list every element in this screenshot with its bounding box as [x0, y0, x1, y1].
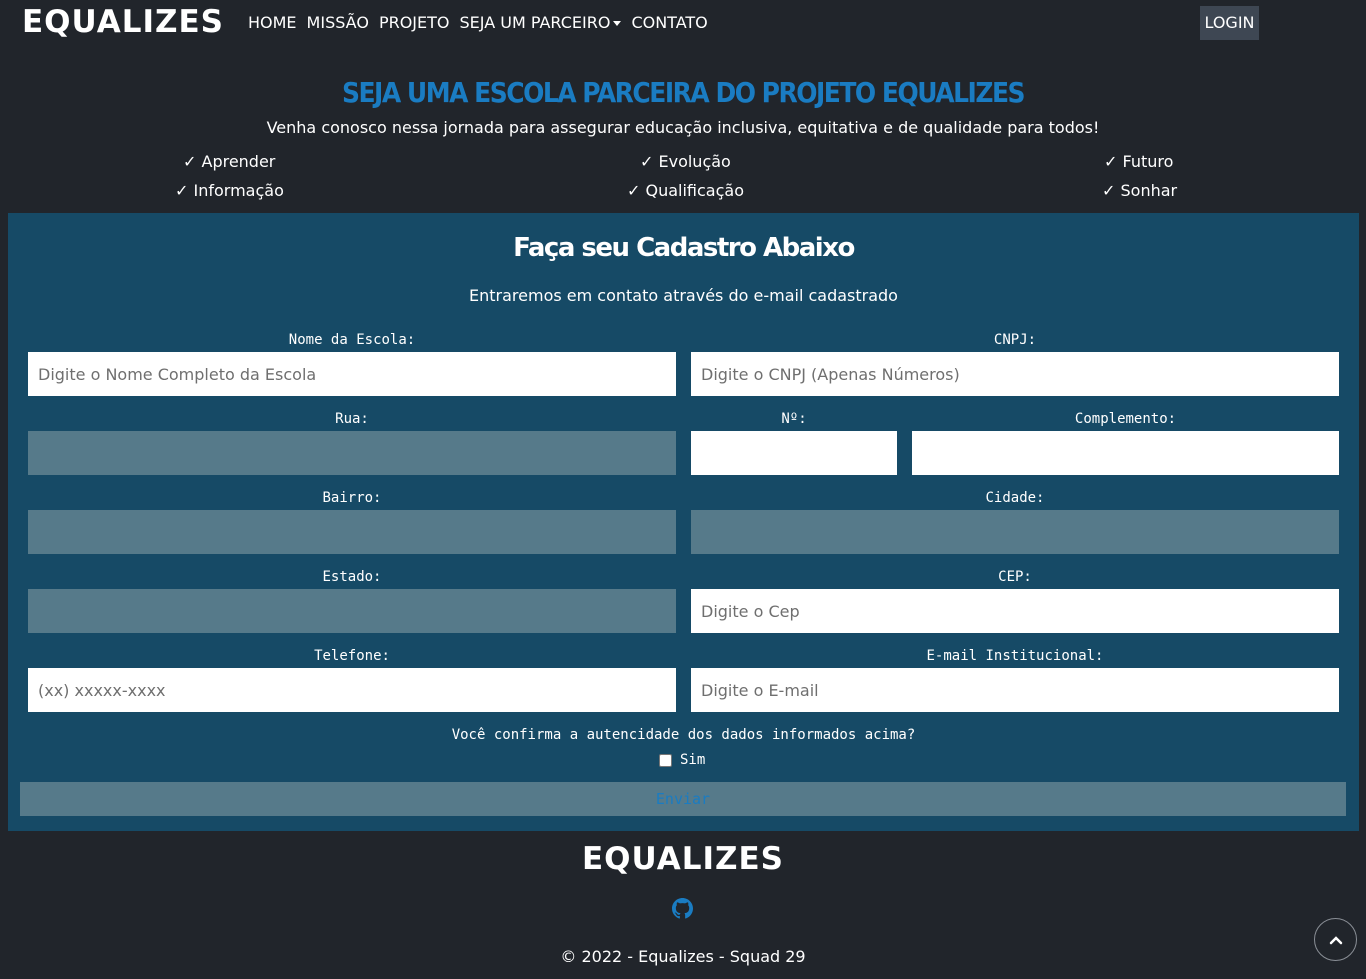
submit-button[interactable]: Enviar: [20, 782, 1346, 816]
email-input[interactable]: [691, 668, 1339, 712]
copyright: © 2022 - Equalizes - Squad 29: [560, 947, 806, 966]
city-input: [691, 510, 1339, 554]
chevron-up-icon: [1329, 935, 1342, 944]
hero-subtitle: Venha conosco nessa jornada para assegur…: [266, 118, 1100, 137]
form-title: Faça seu Cadastro Abaixo: [513, 233, 855, 263]
label-complemento: Complemento:: [1074, 411, 1177, 427]
label-telefone: Telefone:: [314, 648, 390, 664]
confirm-checkbox[interactable]: [659, 753, 672, 767]
confirm-question: Você confirma a autencidade dos dados in…: [451, 727, 916, 743]
feature-item: ✓ Sonhar: [1102, 181, 1178, 200]
label-cnpj: CNPJ:: [993, 332, 1037, 348]
label-numero: Nº:: [781, 411, 807, 427]
feature-item: ✓ Aprender: [183, 152, 276, 171]
brand-logo[interactable]: EQUALIZES: [22, 2, 224, 42]
label-cep: CEP:: [998, 569, 1032, 585]
feature-item: ✓ Futuro: [1104, 152, 1174, 171]
github-icon[interactable]: [672, 898, 693, 919]
feature-item: ✓ Evolução: [640, 152, 731, 171]
phone-input[interactable]: [28, 668, 676, 712]
cnpj-input[interactable]: [691, 352, 1339, 396]
label-nome: Nome da Escola:: [288, 332, 416, 348]
neighborhood-input: [28, 510, 676, 554]
label-rua: Rua:: [335, 411, 369, 427]
confirm-checkbox-label: Sim: [680, 752, 706, 768]
confirm-checkbox-row[interactable]: Sim: [659, 751, 705, 769]
nav-parceiro-label: SEJA UM PARCEIRO: [459, 13, 611, 32]
hero-title: SEJA UMA ESCOLA PARCEIRA DO PROJETO EQUA…: [341, 76, 1026, 109]
scroll-to-top-button[interactable]: [1314, 918, 1357, 961]
nav-projeto[interactable]: PROJETO: [379, 12, 450, 34]
feature-item: ✓ Qualificação: [627, 181, 744, 200]
label-email: E-mail Institucional:: [926, 648, 1104, 664]
school-name-input[interactable]: [28, 352, 676, 396]
form-subtitle: Entraremos em contato através do e-mail …: [469, 286, 898, 305]
complement-input[interactable]: [912, 431, 1339, 475]
state-input: [28, 589, 676, 633]
label-estado: Estado:: [322, 569, 382, 585]
label-bairro: Bairro:: [322, 490, 382, 506]
nav-contato[interactable]: CONTATO: [631, 12, 707, 34]
footer-logo: EQUALIZES: [581, 841, 784, 877]
feature-item: ✓ Informação: [175, 181, 284, 200]
login-button[interactable]: LOGIN: [1200, 6, 1259, 40]
navbar: EQUALIZES HOME MISSÃO PROJETO SEJA UM PA…: [0, 0, 1366, 46]
cep-input[interactable]: [691, 589, 1339, 633]
street-input: [28, 431, 676, 475]
label-cidade: Cidade:: [985, 490, 1045, 506]
nav-missao[interactable]: MISSÃO: [307, 12, 369, 34]
nav-home[interactable]: HOME: [248, 12, 297, 34]
signup-form: Faça seu Cadastro Abaixo Entraremos em c…: [8, 213, 1359, 831]
nav-links: HOME MISSÃO PROJETO SEJA UM PARCEIRO CON…: [248, 12, 708, 34]
number-input[interactable]: [691, 431, 897, 475]
caret-down-icon: [613, 21, 622, 26]
nav-parceiro-dropdown[interactable]: SEJA UM PARCEIRO: [460, 12, 622, 34]
